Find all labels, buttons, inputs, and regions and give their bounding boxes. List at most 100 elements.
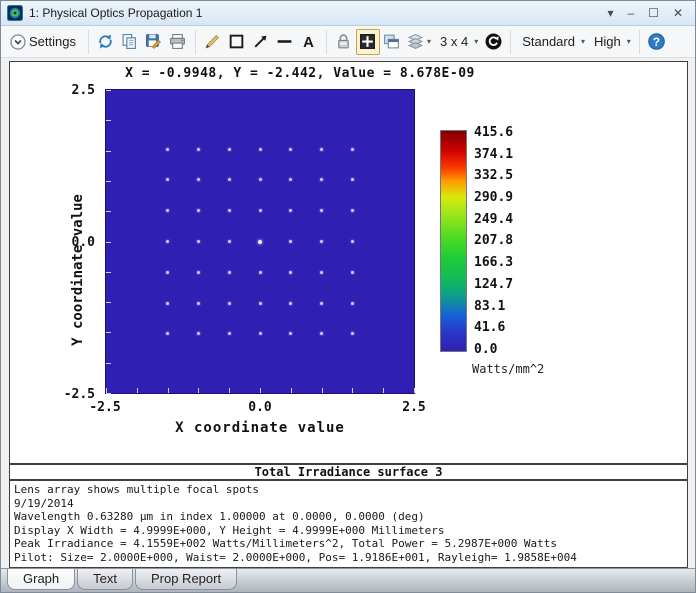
colorbar-tick-label: 124.7 xyxy=(474,276,514,292)
focal-spot xyxy=(258,332,262,336)
toolbar-separator xyxy=(638,29,640,54)
axis-tick xyxy=(198,388,199,393)
copy-icon xyxy=(123,34,137,49)
refresh-icon xyxy=(99,34,113,49)
focal-spot xyxy=(196,178,200,182)
axis-tick xyxy=(352,388,353,393)
copy-button[interactable] xyxy=(118,29,142,55)
active-config-button[interactable] xyxy=(481,29,505,55)
help-icon: ? xyxy=(648,33,666,50)
toolbar-separator xyxy=(510,29,512,54)
axis-tick xyxy=(106,363,111,364)
axis-tick xyxy=(106,302,111,303)
colorbar-labels: 415.6 374.1 332.5 290.9 249.4 207.8 166.3 124.7… xyxy=(474,126,513,356)
focal-spot xyxy=(165,209,169,213)
standard-label: Standard xyxy=(522,34,575,49)
fill-frame-button[interactable] xyxy=(355,28,380,55)
grid-size-dropdown[interactable]: 3 x 4 ▾ xyxy=(434,29,481,55)
focal-spot xyxy=(227,270,231,274)
focal-spot xyxy=(227,240,231,243)
focal-spot xyxy=(196,270,200,274)
focal-spot xyxy=(196,147,200,151)
focal-spot xyxy=(320,178,324,182)
fill-frame-icon xyxy=(360,34,376,49)
info-line: Display X Width = 4.9999E+000, Y Height … xyxy=(14,523,445,537)
colorbar-tick-label: 0.0 xyxy=(474,341,498,357)
colorbar-tick-label: 166.3 xyxy=(474,255,514,271)
print-icon xyxy=(170,34,186,49)
focal-spot xyxy=(196,301,200,305)
annotate-pencil-button[interactable] xyxy=(201,29,225,55)
focal-spot xyxy=(351,332,355,336)
close-icon[interactable]: ✕ xyxy=(673,7,683,19)
focal-spot xyxy=(258,239,262,244)
refresh-button[interactable] xyxy=(94,29,118,55)
axis-tick xyxy=(106,120,111,121)
standard-dropdown[interactable]: Standard ▾ xyxy=(516,29,588,55)
plot-area[interactable] xyxy=(105,89,415,394)
layers-dropdown-button[interactable]: ▾ xyxy=(404,29,434,55)
draw-arrow-button[interactable] xyxy=(249,29,273,55)
y-tick-label: 2.5 xyxy=(71,83,95,98)
focal-spot xyxy=(289,147,293,151)
axis-tick xyxy=(106,151,111,152)
svg-text:A: A xyxy=(304,35,315,50)
settings-button[interactable]: Settings xyxy=(6,29,83,55)
focal-spot xyxy=(351,178,355,182)
settings-label: Settings xyxy=(29,34,76,49)
focal-spot xyxy=(196,240,200,243)
chevron-down-circle-icon xyxy=(10,33,26,50)
focal-spot xyxy=(227,301,231,305)
focal-spot xyxy=(320,147,324,151)
focal-spot xyxy=(320,301,324,305)
minimize-icon[interactable]: – xyxy=(627,7,634,19)
lock-icon xyxy=(338,34,350,49)
focal-spot xyxy=(227,147,231,151)
focal-spot xyxy=(289,209,293,213)
quality-label: High xyxy=(593,34,621,49)
tab-graph[interactable]: Graph xyxy=(7,569,76,590)
beam-spot-icon xyxy=(7,5,23,21)
quality-dropdown[interactable]: High ▾ xyxy=(588,29,634,55)
axis-tick xyxy=(106,332,111,333)
focal-spot xyxy=(227,332,231,336)
y-axis-label-wrap: Y coordinate value xyxy=(40,142,86,346)
axis-tick xyxy=(260,388,261,393)
toolbar-separator xyxy=(87,29,89,54)
window-copy-button[interactable] xyxy=(380,29,404,55)
focal-spot xyxy=(165,240,169,243)
info-line: Lens array shows multiple focal spots xyxy=(14,483,260,496)
focal-spot xyxy=(196,332,200,336)
grid-size-label: 3 x 4 xyxy=(440,34,469,49)
focal-spot xyxy=(227,209,231,213)
tab-text[interactable]: Text xyxy=(77,569,133,590)
x-tick-label: -2.5 xyxy=(89,400,121,415)
info-panel: Lens array shows multiple focal spots 9/1… xyxy=(9,480,688,568)
focal-spot xyxy=(289,240,293,243)
print-button[interactable] xyxy=(166,29,190,55)
info-line: Peak Irradiance = 4.1559E+002 Watts/Mill… xyxy=(14,537,558,550)
window-menu-icon[interactable]: ▾ xyxy=(607,7,613,19)
focal-spot xyxy=(320,270,324,274)
help-button[interactable]: ? xyxy=(645,29,669,55)
focal-spot xyxy=(165,332,169,336)
x-tick-label: 0.0 xyxy=(248,400,272,415)
save-button[interactable] xyxy=(142,29,166,55)
window-copy-icon xyxy=(384,34,400,49)
focal-spot xyxy=(320,332,324,336)
maximize-icon[interactable]: ☐ xyxy=(648,7,659,19)
axis-tick xyxy=(383,388,384,393)
focal-spot xyxy=(258,209,262,213)
info-line: Wavelength 0.63280 µm in index 1.00000 a… xyxy=(14,510,425,523)
focal-spot xyxy=(165,178,169,182)
add-text-button[interactable]: A xyxy=(297,29,321,55)
focal-spot xyxy=(289,270,293,274)
draw-rectangle-button[interactable] xyxy=(225,29,249,55)
tab-prop-report[interactable]: Prop Report xyxy=(134,569,238,590)
draw-line-button[interactable] xyxy=(273,29,297,55)
colorbar-tick-label: 249.4 xyxy=(474,211,514,227)
tab-bar: Graph Text Prop Report xyxy=(1,568,695,592)
title-bar: 1: Physical Optics Propagation 1 ▾ – ☐ ✕ xyxy=(1,1,695,26)
axis-tick xyxy=(229,388,230,393)
lock-button[interactable] xyxy=(332,29,356,55)
